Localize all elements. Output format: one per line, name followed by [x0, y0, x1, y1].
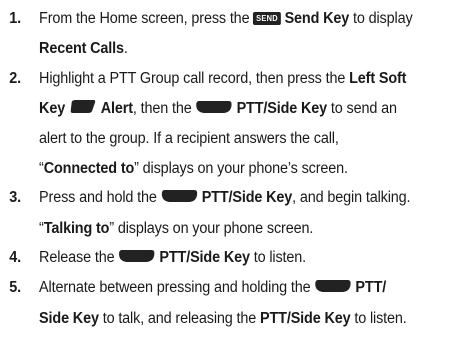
step-text: alert to the group. If a recipient answe… [39, 130, 339, 147]
ptt-side-key-icon [161, 184, 198, 214]
step-text: Release the [39, 249, 119, 266]
step-number: 2. [9, 70, 22, 87]
key-label: Key [39, 99, 66, 117]
step-4: 4. Release the PTT/Side Key to listen. [0, 243, 472, 274]
step-2: 2. Highlight a PTT Group call record, th… [0, 64, 472, 183]
ptt-label: PTT/ [355, 279, 387, 296]
ptt-side-key-icon [118, 244, 155, 274]
talking-to-label: Talking to [43, 219, 110, 237]
ptt-side-key-label: PTT/Side Key [260, 309, 351, 327]
step-text: , then the [132, 99, 196, 117]
ptt-side-key-label: PTT/Side Key [159, 249, 250, 266]
ptt-side-key-label: PTT/Side Key [236, 99, 328, 117]
step-text: , and begin talking. [292, 189, 411, 206]
step-text: From the Home screen, press the [39, 10, 254, 27]
step-1: 1. From the Home screen, press the SEND … [0, 4, 472, 63]
left-soft-key-icon [69, 95, 97, 125]
left-soft-label: Left Soft [349, 70, 407, 87]
step-text: Highlight a PTT Group call record, then … [39, 70, 350, 87]
ptt-side-key-icon [195, 95, 232, 125]
ptt-side-key-label: PTT/Side Key [201, 189, 293, 206]
send-key-label: Send Key [284, 10, 350, 27]
step-number: 4. [9, 249, 22, 266]
alert-label: Alert [100, 99, 133, 117]
step-text: Press and hold the [39, 189, 161, 206]
step-5: 5. Alternate between pressing and holdin… [0, 273, 472, 333]
step-text: to talk, and releasing the [98, 309, 261, 327]
ptt-side-key-icon [314, 274, 351, 304]
step-text: to listen. [350, 309, 407, 327]
step-text: Alternate between pressing and holding t… [39, 279, 315, 296]
step-text: ” displays on your phone screen. [109, 219, 314, 237]
connected-to-label: Connected to [43, 159, 135, 177]
step-text: to listen. [249, 249, 307, 266]
step-number: 3. [9, 189, 22, 206]
send-key-icon: SEND [253, 12, 281, 25]
step-3: 3. Press and hold the PTT/Side Key, and … [0, 183, 472, 243]
step-number: 5. [9, 279, 22, 296]
side-key-label: Side Key [39, 309, 99, 327]
recent-calls-label: Recent Calls [39, 39, 124, 57]
step-text: ” displays on your phone’s screen. [134, 159, 348, 177]
step-text: to send an [327, 99, 397, 117]
step-text: . [123, 39, 128, 57]
step-text: to display [349, 10, 413, 27]
step-number: 1. [9, 10, 22, 27]
